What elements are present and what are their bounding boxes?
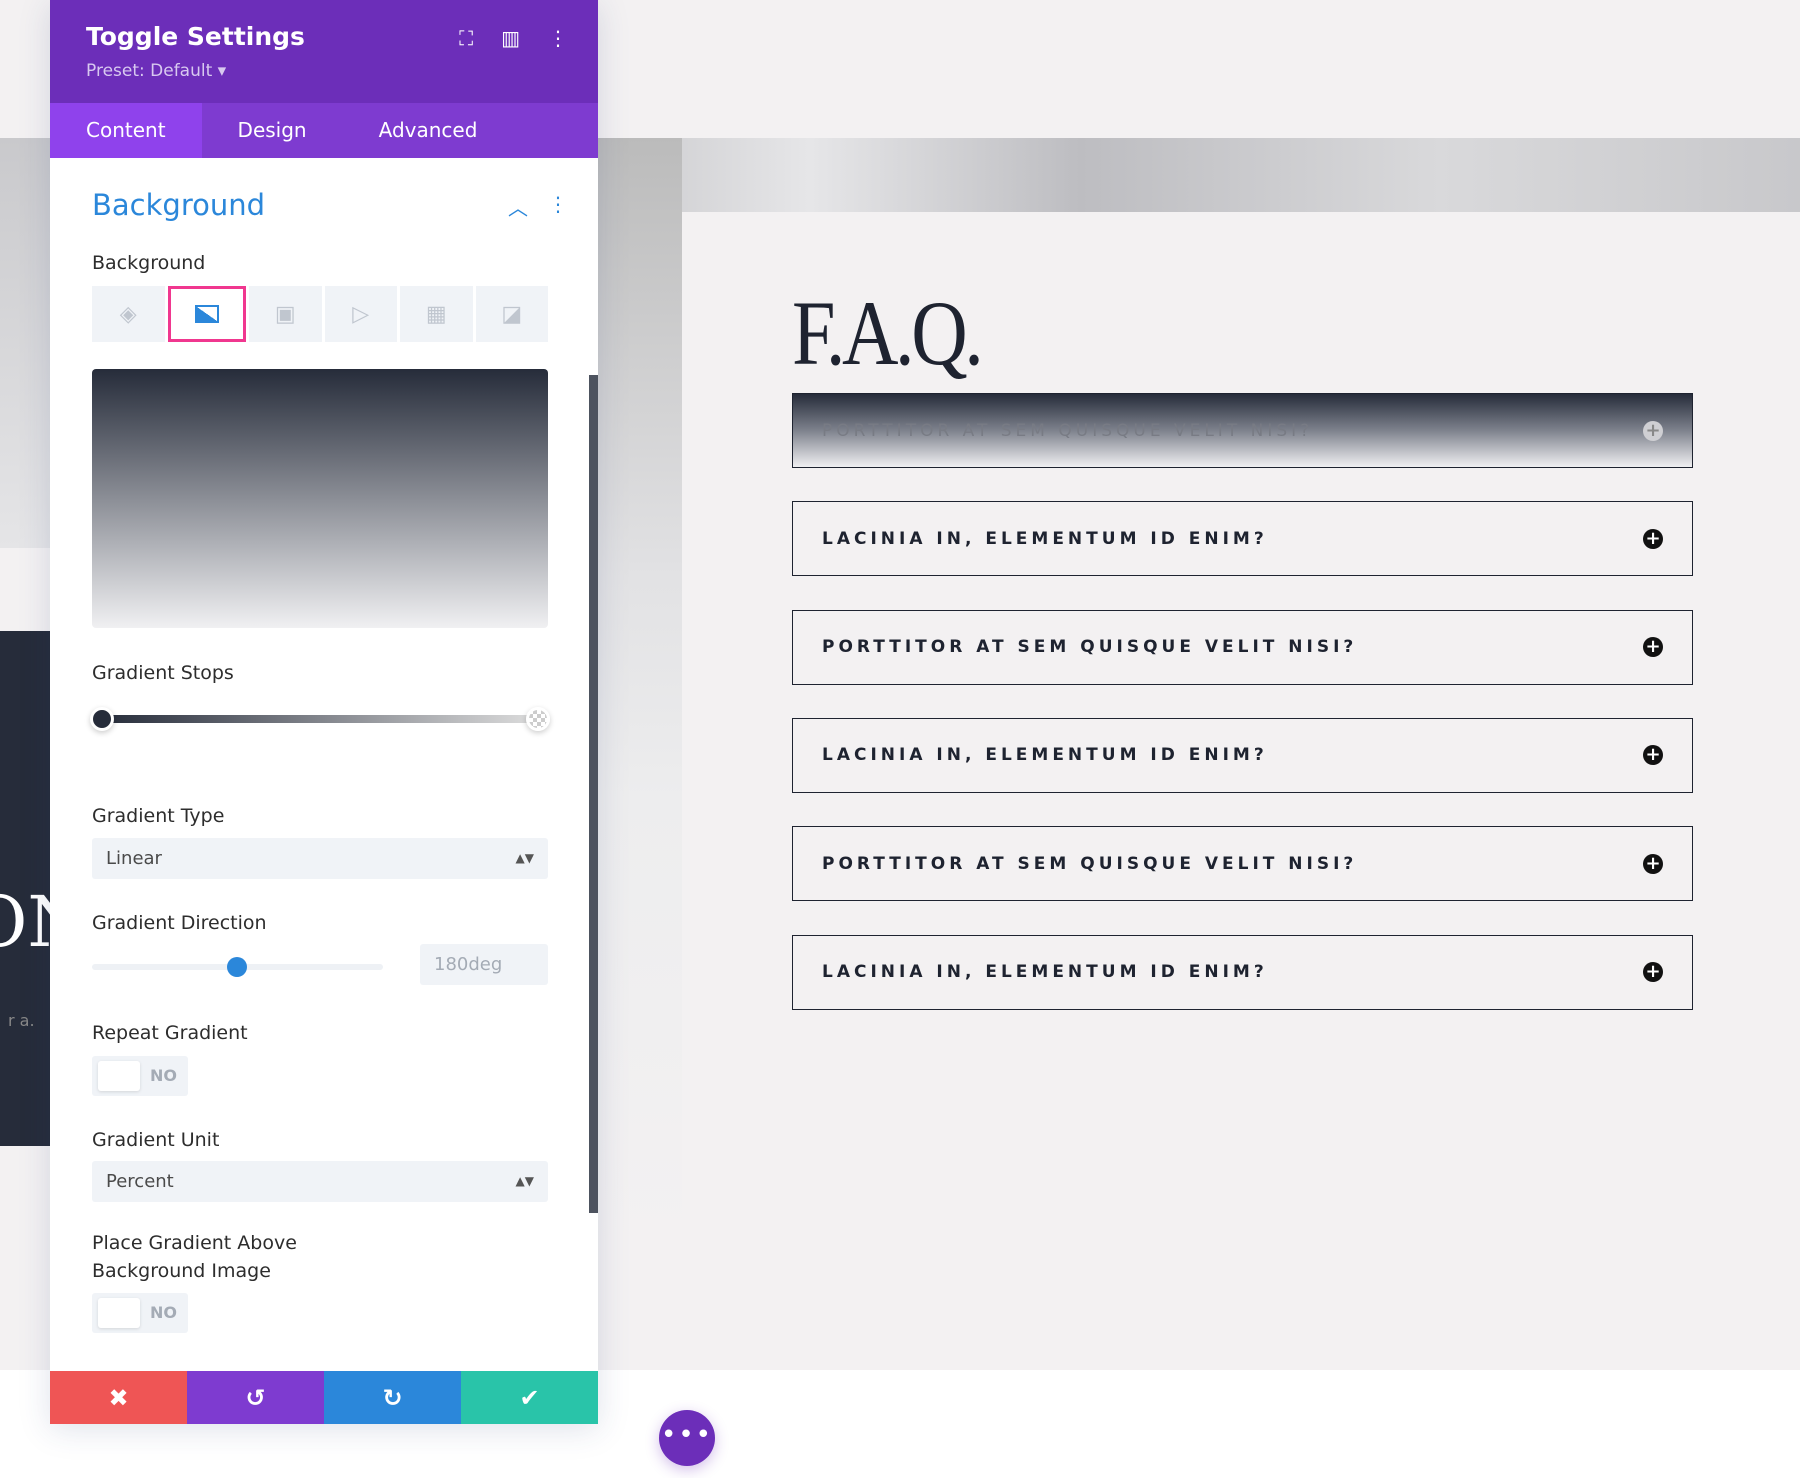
- place-above-label-line2: Background Image: [92, 1260, 271, 1282]
- gradient-stops-track[interactable]: [102, 715, 538, 723]
- more-dots-icon: •••: [660, 1420, 713, 1450]
- redo-button[interactable]: ↻: [324, 1371, 461, 1424]
- panel-footer: ✖ ↺ ↻ ✔: [50, 1371, 598, 1424]
- select-arrows-icon: ▲▼: [515, 1174, 534, 1188]
- settings-panel: Toggle Settings Preset: Default ▾ ⛶ ▥ ⋮ …: [50, 0, 598, 1424]
- faq-toggle[interactable]: PORTTITOR AT SEM QUISQUE VELIT NISI? +: [792, 393, 1693, 468]
- image-icon[interactable]: ▣: [249, 286, 322, 342]
- scrollbar[interactable]: [589, 375, 598, 1213]
- gradient-stop-start[interactable]: [90, 707, 114, 731]
- panel-tabs: Content Design Advanced: [50, 103, 598, 158]
- gradient-preview: [92, 369, 548, 628]
- video-icon[interactable]: ▷: [324, 286, 397, 342]
- faq-toggle[interactable]: LACINIA IN, ELEMENTUM ID ENIM? +: [792, 717, 1693, 793]
- repeat-gradient-toggle[interactable]: NO: [92, 1056, 188, 1096]
- faq-toggle[interactable]: PORTTITOR AT SEM QUISQUE VELIT NISI? +: [792, 609, 1693, 685]
- faq-title: F.A.Q.: [792, 282, 984, 384]
- toggle-question: PORTTITOR AT SEM QUISQUE VELIT NISI?: [822, 853, 1358, 874]
- gradient-type-label: Gradient Type: [92, 805, 225, 827]
- middle-background-image: [598, 138, 682, 1238]
- preset-dropdown[interactable]: Preset: Default ▾: [86, 61, 562, 81]
- undo-icon: ↺: [245, 1383, 266, 1412]
- cancel-button[interactable]: ✖: [50, 1371, 187, 1424]
- toggle-question: LACINIA IN, ELEMENTUM ID ENIM?: [822, 528, 1268, 549]
- tab-advanced[interactable]: Advanced: [343, 103, 514, 158]
- plus-circle-icon[interactable]: +: [1643, 528, 1663, 549]
- section-options-icon[interactable]: ⋮: [548, 192, 568, 221]
- save-button[interactable]: ✔: [461, 1371, 598, 1424]
- plus-circle-icon[interactable]: +: [1643, 745, 1663, 766]
- chevron-up-icon[interactable]: ︿: [508, 192, 528, 221]
- repeat-gradient-label: Repeat Gradient: [92, 1022, 248, 1044]
- gradient-direction-label: Gradient Direction: [92, 912, 267, 934]
- gradient-type-select[interactable]: Linear ▲▼: [92, 838, 548, 879]
- redo-icon: ↻: [382, 1383, 403, 1412]
- check-icon: ✔: [519, 1383, 540, 1412]
- gradient-unit-value: Percent: [106, 1171, 174, 1192]
- tab-design[interactable]: Design: [202, 103, 343, 158]
- faq-toggle[interactable]: LACINIA IN, ELEMENTUM ID ENIM? +: [792, 501, 1693, 577]
- faq-toggle[interactable]: PORTTITOR AT SEM QUISQUE VELIT NISI? +: [792, 826, 1693, 902]
- dark-section: ON r a.: [0, 631, 50, 1146]
- plus-circle-icon[interactable]: +: [1643, 853, 1663, 874]
- paint-bucket-icon[interactable]: ◈: [92, 286, 165, 342]
- tab-content[interactable]: Content: [50, 103, 202, 158]
- close-icon: ✖: [108, 1383, 129, 1412]
- place-above-label: Place Gradient Above: [92, 1232, 297, 1254]
- select-arrows-icon: ▲▼: [515, 851, 534, 865]
- toggle-question: LACINIA IN, ELEMENTUM ID ENIM?: [822, 962, 1268, 982]
- gradient-unit-label: Gradient Unit: [92, 1129, 220, 1151]
- undo-button[interactable]: ↺: [187, 1371, 324, 1424]
- plus-circle-icon[interactable]: +: [1643, 420, 1663, 441]
- fullscreen-icon[interactable]: ⛶: [459, 26, 473, 50]
- panel-header: Toggle Settings Preset: Default ▾ ⛶ ▥ ⋮: [50, 0, 598, 103]
- toggle-question: LACINIA IN, ELEMENTUM ID ENIM?: [822, 745, 1268, 766]
- heading-fragment: ON: [0, 881, 50, 963]
- faq-toggle[interactable]: LACINIA IN, ELEMENTUM ID ENIM? +: [792, 934, 1693, 1010]
- mask-icon[interactable]: ◪: [475, 286, 548, 342]
- gradient-direction-input[interactable]: 180deg: [420, 944, 548, 985]
- toggle-question: PORTTITOR AT SEM QUISQUE VELIT NISI?: [822, 420, 1314, 441]
- left-background-image: [0, 138, 50, 548]
- page-options-button[interactable]: •••: [659, 1410, 715, 1466]
- pattern-icon[interactable]: ▦: [400, 286, 473, 342]
- gradient-stop-end[interactable]: [526, 707, 550, 731]
- sidebar-layout-icon[interactable]: ▥: [501, 26, 520, 50]
- plus-circle-icon[interactable]: +: [1643, 962, 1663, 982]
- slider-thumb[interactable]: [227, 957, 247, 977]
- plus-circle-icon[interactable]: +: [1643, 637, 1663, 658]
- more-options-icon[interactable]: ⋮: [548, 26, 568, 50]
- text-fragment: r a.: [8, 1011, 35, 1030]
- gradient-stops-label: Gradient Stops: [92, 662, 234, 684]
- toggle-state: NO: [150, 1066, 177, 1085]
- gradient-icon[interactable]: [167, 286, 246, 342]
- place-above-toggle[interactable]: NO: [92, 1293, 188, 1333]
- background-label: Background: [92, 252, 206, 274]
- background-type-tabs: ◈ ▣ ▷ ▦ ◪: [92, 286, 548, 342]
- toggle-question: PORTTITOR AT SEM QUISQUE VELIT NISI?: [822, 637, 1358, 658]
- gradient-type-value: Linear: [106, 848, 162, 869]
- section-title[interactable]: Background: [92, 188, 265, 222]
- gradient-unit-select[interactable]: Percent ▲▼: [92, 1161, 548, 1202]
- toggle-state: NO: [150, 1303, 177, 1322]
